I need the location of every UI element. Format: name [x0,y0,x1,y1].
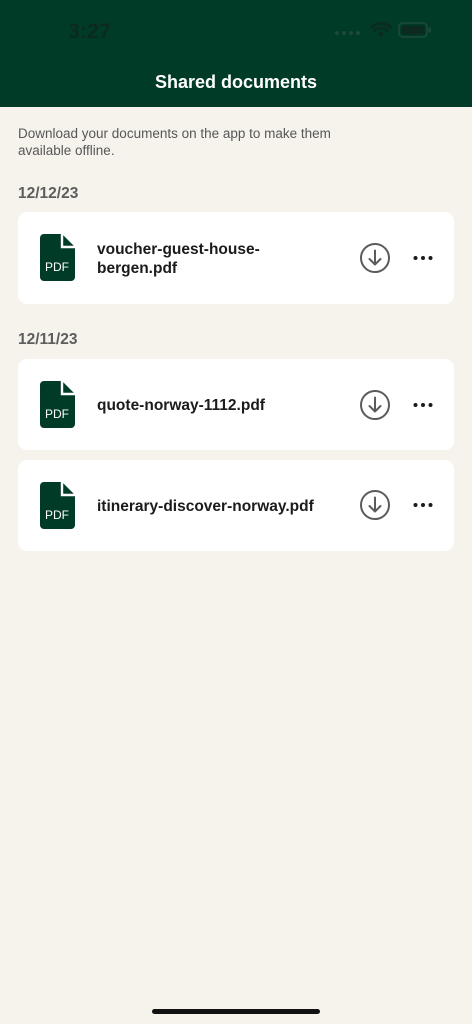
pdf-file-icon: PDF [40,381,75,428]
svg-text:PDF: PDF [45,260,69,274]
document-name: itinerary-discover-norway.pdf [97,498,314,515]
document-card[interactable]: PDF quote-norway-1112.pdf [18,359,454,450]
more-options-button[interactable] [411,493,435,517]
more-options-button[interactable] [411,393,435,417]
pdf-file-icon: PDF [40,482,75,529]
svg-text:PDF: PDF [45,407,69,421]
document-card[interactable]: PDF itinerary-discover-norway.pdf [18,460,454,551]
more-options-button[interactable] [411,246,435,270]
date-heading: 12/11/23 [18,331,78,348]
status-icons [335,22,432,38]
page-title: Shared documents [154,72,318,92]
document-card[interactable]: PDF voucher-guest-house-bergen.pdf [18,212,454,304]
battery-icon [398,22,431,38]
download-button[interactable] [359,389,391,421]
wifi-icon [370,22,392,37]
status-time: 3:27 [68,20,111,43]
home-indicator[interactable] [152,1009,320,1014]
svg-text:PDF: PDF [45,508,69,522]
cellular-signal-icon [335,25,360,35]
download-button[interactable] [359,489,391,521]
download-button[interactable] [359,242,391,274]
pdf-file-icon: PDF [40,234,75,281]
document-name: voucher-guest-house-bergen.pdf [97,241,260,277]
document-name: quote-norway-1112.pdf [97,397,265,414]
intro-text: Download your documents on the app to ma… [18,126,331,158]
date-heading: 12/12/23 [18,185,79,202]
app-header: 3:27 Shared documents [0,0,472,107]
